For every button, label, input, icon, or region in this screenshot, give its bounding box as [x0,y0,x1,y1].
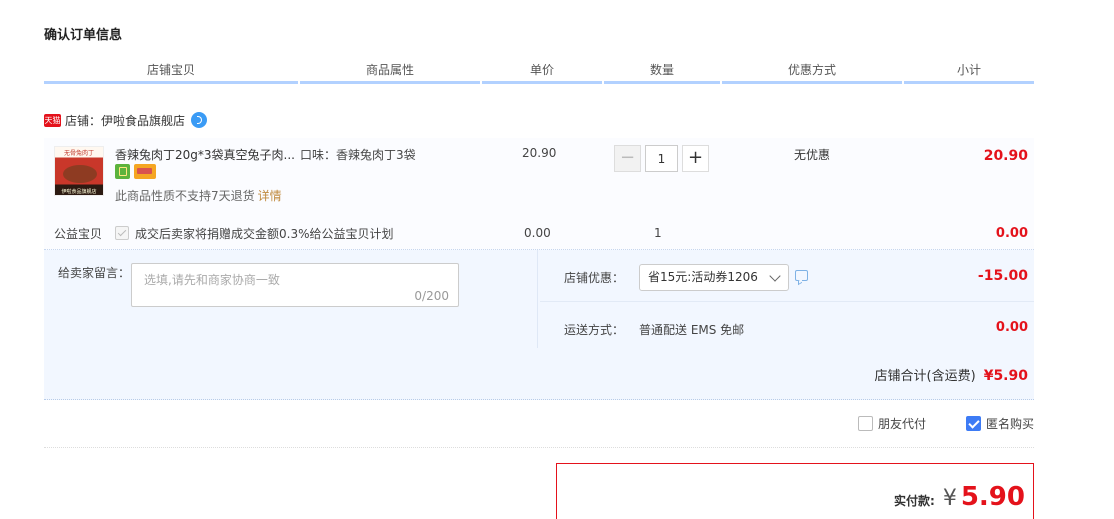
charity-subtotal: 0.00 [995,226,1028,241]
friend-pay-checkbox[interactable] [857,416,873,431]
anonymous-purchase-label: 匿名购买 [985,417,1034,431]
charity-label: 公益宝贝 [54,227,103,241]
discount-method: 无优惠 [794,148,831,162]
order-options: 朋友代付 匿名购买 [857,415,1034,432]
unit-price: 20.90 [522,146,557,160]
shop-name-link[interactable]: 店铺：伊啦食品旗舰店 [65,112,185,129]
return-policy-text: 此商品性质不支持7天退货 [115,189,255,203]
shipping-method: 普通配送 EMS 免邮 [639,323,745,337]
thumbnail-food-image [63,165,97,183]
table-header: 店铺宝贝 商品属性 单价 数量 优惠方式 小计 [44,60,1034,84]
anonymous-purchase-checkbox[interactable] [965,416,981,431]
shop-total-label: 店铺合计(含运费) [874,369,976,384]
comment-icon[interactable] [795,270,808,281]
product-attribute: 口味：香辣兔肉丁3袋 [300,148,416,162]
payment-summary: 实付款: ¥ 5.90 [556,463,1034,519]
page-title: 确认订单信息 [44,28,123,43]
order-item: 无骨兔肉丁 伊啦食品旗舰店 香辣兔肉丁20g*3袋真空兔子肉... 此商品性质不… [44,138,1034,250]
anonymous-purchase-option[interactable]: 匿名购买 [965,415,1034,432]
credit-card-payment-icon[interactable] [134,164,156,179]
quantity-stepper: − + [614,145,709,172]
column-header-subtotal: 小计 [904,60,1034,84]
charity-checkbox[interactable] [115,226,129,240]
chat-seller-icon[interactable] [191,112,208,128]
thumbnail-shop-caption: 伊啦食品旗舰店 [61,189,97,195]
decrease-quantity-button[interactable]: − [614,145,641,172]
divider [44,447,1034,448]
seller-message-textarea[interactable]: 选填,请先和商家协商一致 0/200 [131,263,459,307]
friend-pay-option[interactable]: 朋友代付 [857,415,926,432]
seller-message-section: 给卖家留言： 选填,请先和商家协商一致 0/200 [44,250,538,348]
payment-currency: ¥ [942,486,957,511]
column-header-quantity: 数量 [604,60,720,84]
column-header-unit-price: 单价 [482,60,602,84]
seller-message-placeholder: 选填,请先和商家协商一致 [144,273,280,287]
payment-amount: 5.90 [960,482,1025,512]
shop-total-amount: ¥5.90 [983,368,1028,384]
charity-price: 0.00 [524,226,551,240]
chevron-down-icon [769,270,781,282]
shipping-row: 运送方式： 普通配送 EMS 免邮 0.00 [540,303,1034,348]
product-thumbnail[interactable]: 无骨兔肉丁 伊啦食品旗舰店 [54,146,104,196]
shop-line: 天猫 店铺：伊啦食品旗舰店 [44,110,208,130]
return-policy-notice: 此商品性质不支持7天退货 详情 [115,187,282,204]
shop-discount-amount: -15.00 [977,268,1028,284]
shop-total: 店铺合计(含运费) ¥5.90 [875,365,1028,384]
column-header-discount: 优惠方式 [722,60,902,84]
seller-message-label: 给卖家留言： [58,266,131,280]
tmall-badge-icon: 天猫 [44,113,61,127]
seller-message-char-count: 0/200 [414,289,449,303]
item-subtotal: 20.90 [983,148,1028,164]
friend-pay-label: 朋友代付 [877,417,926,431]
shop-discount-selected: 省15元:活动券1206 [648,270,758,284]
quantity-input[interactable] [645,145,678,172]
thumbnail-caption: 无骨兔肉丁 [63,150,94,157]
increase-quantity-button[interactable]: + [682,145,709,172]
order-extras: 给卖家留言： 选填,请先和商家协商一致 0/200 店铺优惠： 省15元:活动券… [44,250,1034,400]
column-header-shop-item: 店铺宝贝 [44,60,298,84]
payment-line: 实付款: ¥ 5.90 [894,482,1025,512]
shipping-label: 运送方式： [564,323,625,337]
shop-discount-label: 店铺优惠： [564,271,625,285]
charity-quantity: 1 [654,226,662,240]
details-link[interactable]: 详情 [258,189,282,203]
shop-discount-row: 店铺优惠： 省15元:活动券1206 -15.00 [540,250,1034,302]
column-header-attribute: 商品属性 [300,60,480,84]
service-icons [115,164,156,179]
shipping-amount: 0.00 [995,320,1028,335]
payment-label: 实付款: [894,494,935,508]
charity-description: 成交后卖家将捐赠成交金额0.3%给公益宝贝计划 [135,227,394,241]
authentic-guarantee-icon[interactable] [115,164,130,179]
shop-discount-select[interactable]: 省15元:活动券1206 [639,264,789,291]
product-title-link[interactable]: 香辣兔肉丁20g*3袋真空兔子肉... [115,146,305,163]
